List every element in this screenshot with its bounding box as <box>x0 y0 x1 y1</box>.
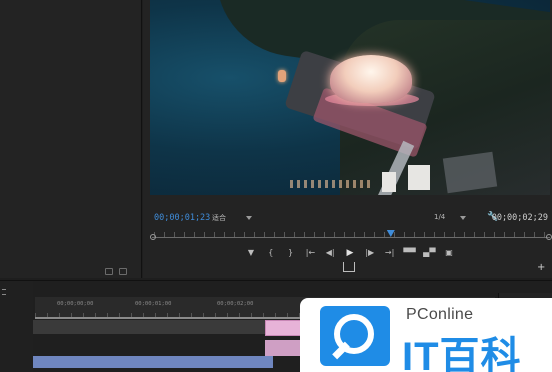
parking-lot <box>442 151 498 194</box>
premiere-window: 00;00;01;23 适合 1/4 🔧 00;00;02;29 ▼ { } |… <box>0 0 552 372</box>
mark-out-icon[interactable]: } <box>285 248 297 258</box>
scrubber-start-handle[interactable] <box>150 234 156 240</box>
watermark-name: IT百科 <box>402 335 522 372</box>
boat <box>278 70 286 82</box>
go-to-in-icon[interactable]: |← <box>304 248 316 258</box>
step-back-icon[interactable]: ◀| <box>324 248 336 258</box>
monitor-scrubber[interactable] <box>150 230 552 242</box>
export-frame-icon[interactable] <box>343 262 355 272</box>
new-item-icon[interactable] <box>119 268 127 275</box>
marker-icon[interactable]: ▼ <box>245 248 257 258</box>
chevron-down-icon <box>246 216 252 220</box>
street-lights <box>290 180 370 188</box>
extract-icon[interactable]: ▄▀ <box>423 248 435 258</box>
current-timecode[interactable]: 00;00;01;23 <box>154 213 210 223</box>
playback-resolution-label: 1/4 <box>434 213 446 221</box>
mark-in-icon[interactable]: { <box>265 248 277 258</box>
scrubber-end-handle[interactable] <box>546 234 552 240</box>
audio-track-clip[interactable] <box>33 356 273 368</box>
scrubber-track <box>152 237 550 238</box>
add-button-icon[interactable]: + <box>537 262 545 273</box>
monitor-timecode-bar: 00;00;01;23 适合 1/4 🔧 00;00;02;29 <box>150 210 550 226</box>
project-panel <box>0 0 142 278</box>
step-forward-icon[interactable]: |▶ <box>364 248 376 258</box>
new-bin-icon[interactable] <box>105 268 113 275</box>
zoom-fit-label: 适合 <box>212 214 226 222</box>
dome-building <box>330 55 412 103</box>
building <box>382 172 396 192</box>
menu-icon[interactable] <box>2 289 6 295</box>
video-track-clip[interactable] <box>33 320 265 334</box>
timeline-track-header <box>0 281 33 372</box>
ruler-label: 00;00;02;00 <box>217 301 254 307</box>
video-clip[interactable] <box>265 340 305 356</box>
project-panel-icons <box>105 268 127 275</box>
transport-controls: ▼ { } |← ◀| ▶ |▶ →| ▀▀ ▄▀ ▣ <box>245 246 455 260</box>
building <box>408 165 430 190</box>
duration-timecode: 00;00;02;29 <box>491 213 548 223</box>
zoom-fit-select[interactable]: 适合 <box>212 213 254 223</box>
playback-resolution-select[interactable]: 1/4 <box>434 213 468 223</box>
ruler-label: 00;00;01;00 <box>135 301 172 307</box>
lift-icon[interactable]: ▀▀ <box>403 248 415 258</box>
play-icon[interactable]: ▶ <box>344 248 356 258</box>
go-to-out-icon[interactable]: →| <box>384 248 396 258</box>
camera-icon[interactable]: ▣ <box>443 248 455 258</box>
ruler-label: 00;00;00;00 <box>57 301 94 307</box>
watermark-brand: PConline <box>406 306 474 323</box>
video-clip[interactable] <box>265 320 305 336</box>
watermark: PConline IT百科 <box>300 298 552 372</box>
video-preview[interactable] <box>150 0 550 195</box>
magnifier-logo-icon <box>320 306 390 366</box>
chevron-down-icon <box>460 216 466 220</box>
